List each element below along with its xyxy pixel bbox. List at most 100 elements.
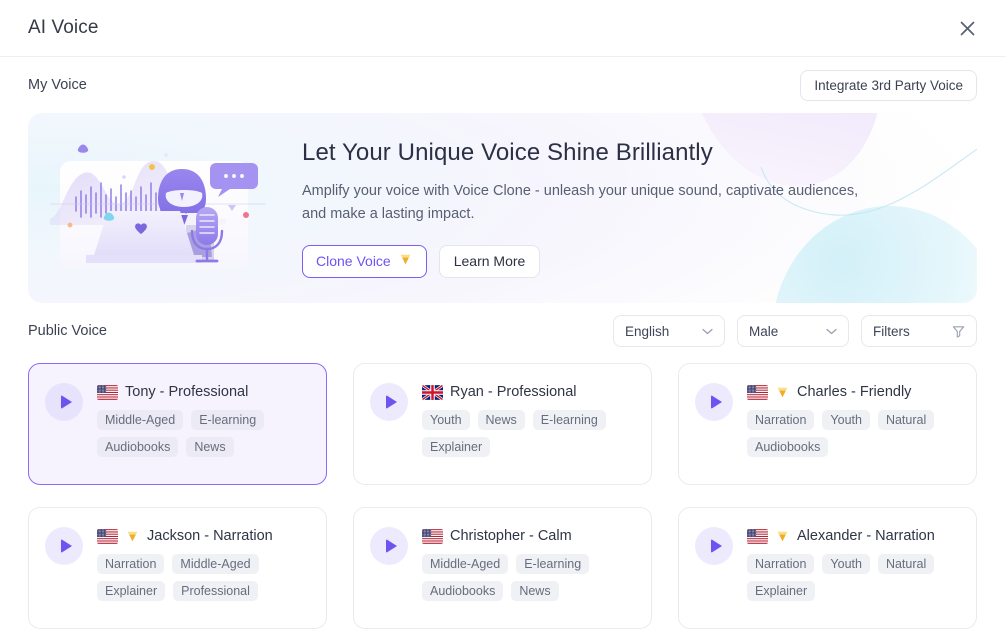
voice-tags: Middle-Aged E-learning Audiobooks News	[422, 554, 635, 601]
play-icon	[60, 539, 72, 553]
voice-name: Christopher - Calm	[450, 528, 572, 544]
voice-tag: Narration	[97, 554, 165, 574]
voice-card-header: Tony - Professional	[97, 384, 310, 400]
voice-tag: News	[511, 581, 559, 601]
public-voice-grid: Tony - Professional Middle-Aged E-learning…	[28, 363, 977, 629]
voice-card-main: Alexander - Narration Narration Youth Natur…	[747, 526, 960, 612]
voice-tag: News	[186, 437, 234, 457]
flag-us-icon	[422, 528, 443, 544]
voice-tag: Audiobooks	[97, 437, 179, 457]
voice-card-main: Jackson - Narration Narration Middle-Aged E…	[97, 526, 310, 612]
voice-name: Jackson - Narration	[147, 528, 273, 544]
voice-card-header: Christopher - Calm	[422, 528, 635, 544]
voice-tag: E-learning	[532, 410, 606, 430]
gender-select[interactable]: Male	[737, 315, 849, 347]
voice-tags: Narration Youth Natural Explainer	[747, 554, 960, 601]
diamond-icon	[775, 529, 790, 544]
voice-card-main: Charles - Friendly Narration Youth Natural A…	[747, 382, 960, 468]
voice-tag: Explainer	[422, 437, 491, 457]
flag-us-icon	[747, 528, 768, 544]
voice-name: Tony - Professional	[125, 384, 249, 400]
voice-tag: Narration	[747, 554, 815, 574]
voice-tag: Middle-Aged	[422, 554, 509, 574]
play-button[interactable]	[370, 527, 408, 565]
flag-uk-icon	[422, 384, 443, 400]
voice-tag: E-learning	[516, 554, 590, 574]
play-button[interactable]	[45, 383, 83, 421]
voice-tags: Middle-Aged E-learning Audiobooks News	[97, 410, 310, 457]
voice-card-header: Jackson - Narration	[97, 528, 310, 544]
clone-voice-label: Clone Voice	[316, 253, 391, 269]
diamond-icon	[775, 385, 790, 400]
voice-tag: News	[477, 410, 525, 430]
voice-tag: Youth	[822, 554, 870, 574]
voice-card[interactable]: Alexander - Narration Narration Youth Natur…	[678, 507, 977, 629]
voice-card-header: Charles - Friendly	[747, 384, 960, 400]
banner-actions: Clone Voice Learn More	[302, 244, 862, 278]
play-button[interactable]	[695, 383, 733, 421]
flag-us-icon	[97, 528, 118, 544]
voice-card[interactable]: Ryan - Professional Youth News E-learning Ex…	[353, 363, 652, 485]
ai-voice-dialog: AI Voice My Voice Integrate 3rd Party Vo…	[0, 0, 1005, 635]
dialog-header: AI Voice	[0, 0, 1005, 57]
voice-card-main: Tony - Professional Middle-Aged E-learning…	[97, 382, 310, 468]
voice-tag: Middle-Aged	[97, 410, 184, 430]
voice-tag: Narration	[747, 410, 815, 430]
voice-tags: Youth News E-learning Explainer	[422, 410, 635, 457]
play-icon	[60, 395, 72, 409]
play-icon	[385, 539, 397, 553]
voice-tag: Middle-Aged	[172, 554, 259, 574]
dialog-body: My Voice Integrate 3rd Party Voice Let Y…	[0, 57, 1005, 629]
integrate-3rd-party-voice-button[interactable]: Integrate 3rd Party Voice	[800, 69, 977, 101]
voice-card[interactable]: Jackson - Narration Narration Middle-Aged E…	[28, 507, 327, 629]
voice-card-main: Christopher - Calm Middle-Aged E-learning A…	[422, 526, 635, 612]
my-voice-title: My Voice	[28, 77, 87, 93]
language-select[interactable]: English	[613, 315, 725, 347]
voice-tag: Youth	[422, 410, 470, 430]
chevron-down-icon	[826, 328, 837, 335]
clone-voice-button[interactable]: Clone Voice	[302, 244, 427, 278]
play-icon	[710, 539, 722, 553]
play-button[interactable]	[45, 527, 83, 565]
diamond-icon	[125, 529, 140, 544]
voice-card[interactable]: Christopher - Calm Middle-Aged E-learning A…	[353, 507, 652, 629]
voice-card-header: Alexander - Narration	[747, 528, 960, 544]
voice-tag: Audiobooks	[747, 437, 829, 457]
voice-tag: Youth	[822, 410, 870, 430]
filters-label: Filters	[873, 323, 910, 339]
play-button[interactable]	[695, 527, 733, 565]
flag-us-icon	[97, 384, 118, 400]
chevron-down-icon	[702, 328, 713, 335]
voice-name: Alexander - Narration	[797, 528, 935, 544]
voice-card[interactable]: Charles - Friendly Narration Youth Natural A…	[678, 363, 977, 485]
voice-tag: Explainer	[747, 581, 816, 601]
voice-tag: Audiobooks	[422, 581, 504, 601]
banner-copy: Let Your Unique Voice Shine Brilliantly …	[302, 139, 862, 278]
voice-card-main: Ryan - Professional Youth News E-learning Ex…	[422, 382, 635, 468]
play-icon	[710, 395, 722, 409]
voice-clone-banner: Let Your Unique Voice Shine Brilliantly …	[28, 113, 977, 303]
gender-select-value: Male	[749, 323, 779, 339]
play-button[interactable]	[370, 383, 408, 421]
voice-tag: Explainer	[97, 581, 166, 601]
voice-tag: Natural	[877, 410, 935, 430]
language-select-value: English	[625, 323, 670, 339]
filter-funnel-icon	[952, 325, 965, 338]
my-voice-section-header: My Voice Integrate 3rd Party Voice	[28, 57, 977, 113]
diamond-icon	[398, 252, 413, 270]
voice-name: Ryan - Professional	[450, 384, 577, 400]
banner-title: Let Your Unique Voice Shine Brilliantly	[302, 138, 713, 166]
close-icon	[959, 20, 976, 37]
flag-us-icon	[747, 384, 768, 400]
filters-button[interactable]: Filters	[861, 315, 977, 347]
voice-filter-controls: English Male Filters	[613, 315, 977, 347]
public-voice-title: Public Voice	[28, 323, 107, 339]
page-title: AI Voice	[28, 17, 99, 38]
learn-more-button[interactable]: Learn More	[438, 244, 541, 278]
voice-tag: Natural	[877, 554, 935, 574]
banner-description: Amplify your voice with Voice Clone - un…	[302, 182, 859, 222]
voice-tags: Narration Middle-Aged Explainer Professiona…	[97, 554, 310, 601]
voice-card[interactable]: Tony - Professional Middle-Aged E-learning…	[28, 363, 327, 485]
public-voice-section-header: Public Voice English Male Filters	[28, 303, 977, 359]
close-button[interactable]	[951, 12, 983, 44]
